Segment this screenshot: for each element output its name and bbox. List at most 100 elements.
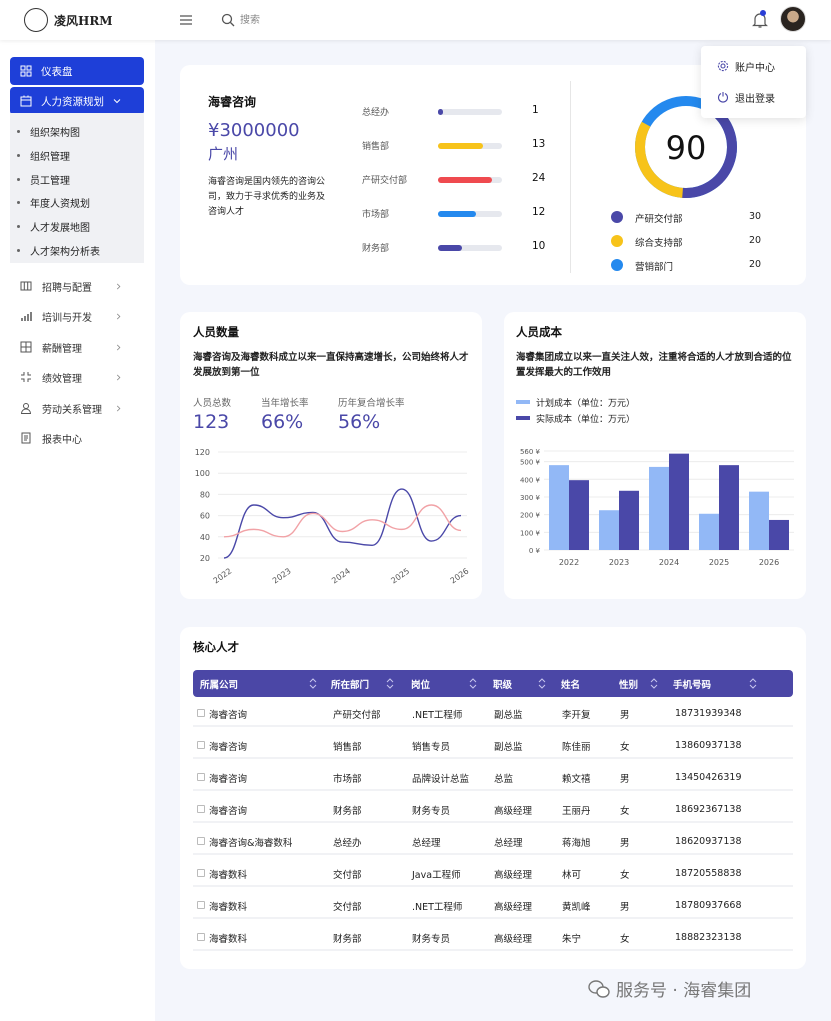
table-row[interactable]: 海睿数科 交付部 Java工程师 高级经理 林可 女 18720558838 — [193, 860, 793, 887]
sidebar-item-label: 劳动关系管理 — [42, 404, 102, 416]
table-cell: 李开复 — [562, 709, 591, 721]
table-cell: 总监 — [494, 773, 514, 785]
table-cell: 品牌设计总监 — [412, 773, 470, 785]
department-bar-track — [438, 211, 502, 217]
table-row[interactable]: 海睿咨询 产研交付部 .NET工程师 副总监 李开复 男 18731939348 — [193, 700, 793, 727]
row-checkbox[interactable] — [197, 773, 205, 781]
x-tick-label: 2025 — [389, 566, 411, 585]
table-row[interactable]: 海睿咨询 市场部 品牌设计总监 总监 赖文禧 男 13450426319 — [193, 764, 793, 791]
y-tick-label: 0 ¥ — [529, 547, 541, 555]
table-row[interactable]: 海睿咨询 财务部 财务专员 高级经理 王丽丹 女 18692367138 — [193, 796, 793, 823]
sidebar-item-training[interactable]: 培训与开发 — [20, 308, 132, 324]
x-tick-label: 2024 — [659, 558, 679, 567]
power-icon — [717, 92, 729, 103]
row-checkbox[interactable] — [197, 741, 205, 749]
row-checkbox[interactable] — [197, 837, 205, 845]
legend-label: 实际成本（单位：万元） — [536, 415, 636, 425]
table-cell: 财务专员 — [412, 805, 451, 817]
subnav-talent-analysis[interactable]: 人才架构分析表 — [30, 243, 100, 258]
column-header[interactable]: 所属公司 — [200, 670, 238, 697]
sort-icon[interactable] — [386, 677, 394, 690]
logout-item[interactable]: 退出登录 — [717, 89, 775, 105]
sidebar-item-reports[interactable]: 报表中心 — [20, 430, 132, 446]
sort-icon[interactable] — [650, 677, 658, 690]
bar-actual — [719, 465, 739, 550]
y-tick-label: 200 ¥ — [520, 512, 541, 520]
bar-chart-icon — [21, 312, 32, 321]
sort-icon[interactable] — [469, 677, 477, 690]
chevron-right-icon — [116, 283, 121, 289]
company-description: 海睿咨询是国内领先的咨询公司，致力于寻求优秀的业务及咨询人才 — [208, 177, 326, 217]
table-cell: 高级经理 — [494, 933, 533, 945]
user-icon — [20, 403, 32, 414]
table-cell: 海睿咨询 — [209, 709, 248, 721]
chevron-right-icon — [116, 344, 121, 350]
table-row[interactable]: 海睿咨询 销售部 销售专员 副总监 陈佳丽 女 13860937138 — [193, 732, 793, 759]
chevron-down-icon — [113, 99, 121, 104]
bar-actual — [619, 490, 639, 550]
table-cell: 赖文禧 — [562, 773, 591, 785]
account-center-item[interactable]: 账户中心 — [717, 58, 775, 74]
bar-actual — [769, 519, 789, 550]
search-icon[interactable] — [221, 13, 235, 27]
sidebar-item-recruitment[interactable]: 招聘与配置 — [20, 278, 132, 294]
menu-icon[interactable] — [179, 13, 193, 27]
table-cell: 男 — [620, 709, 630, 721]
row-checkbox[interactable] — [197, 901, 205, 909]
logo-icon — [24, 8, 48, 32]
table-row[interactable]: 海睿数科 财务部 财务专员 高级经理 朱宁 女 18882323138 — [193, 924, 793, 951]
columns-icon — [20, 281, 32, 291]
table-cell: 18692367138 — [675, 804, 742, 815]
chevron-right-icon — [116, 405, 121, 411]
legend-dot — [611, 211, 623, 223]
bar-planned — [599, 510, 619, 550]
headcount-description: 海睿咨询及海睿数科成立以来一直保持高速增长，公司始终将人才发展放到第一位 — [193, 352, 469, 378]
stat-label: 人员总数 — [193, 398, 232, 409]
department-count: 10 — [532, 240, 546, 252]
top-bar: 凌风HRM — [0, 0, 831, 40]
table-cell: 18882323138 — [675, 932, 742, 943]
search-input[interactable] — [240, 12, 440, 28]
subnav-employee-management[interactable]: 员工管理 — [30, 172, 70, 187]
department-label: 总经办 — [362, 108, 390, 118]
table-cell: 总经办 — [333, 837, 362, 849]
sidebar-item-hr-planning[interactable]: 人力资源规划 — [10, 87, 144, 115]
x-tick-label: 2023 — [609, 558, 629, 567]
table-cell: 男 — [620, 901, 630, 913]
table-row[interactable]: 海睿数科 交付部 .NET工程师 高级经理 黄凯峰 男 18780937668 — [193, 892, 793, 919]
sidebar-item-compensation[interactable]: 薪酬管理 — [20, 339, 132, 355]
subnav-annual-planning[interactable]: 年度人资规划 — [30, 195, 90, 210]
row-checkbox[interactable] — [197, 933, 205, 941]
avatar[interactable] — [780, 6, 806, 32]
department-count: 12 — [532, 206, 546, 218]
column-header[interactable]: 姓名 — [561, 670, 580, 697]
column-header[interactable]: 手机号码 — [673, 670, 711, 697]
column-header[interactable]: 性别 — [619, 670, 638, 697]
sort-icon[interactable] — [309, 677, 317, 690]
table-cell: 海睿咨询 — [209, 805, 248, 817]
y-tick-label: 300 ¥ — [520, 494, 541, 502]
sort-icon[interactable] — [538, 677, 546, 690]
table-cell: 海睿咨询 — [209, 773, 248, 785]
sidebar-item-performance[interactable]: 绩效管理 — [20, 369, 132, 385]
column-header[interactable]: 岗位 — [411, 670, 430, 697]
stat-label: 历年复合增长率 — [338, 398, 405, 409]
sidebar-item-labor-relations[interactable]: 劳动关系管理 — [20, 400, 132, 416]
sidebar-item-dashboard[interactable]: 仪表盘 — [10, 57, 144, 85]
card-title: 人员成本 — [516, 325, 562, 339]
row-checkbox[interactable] — [197, 709, 205, 717]
table-cell: 产研交付部 — [333, 709, 381, 721]
table-cell: 海睿数科 — [209, 901, 248, 913]
table-row[interactable]: 海睿咨询&海睿数科 总经办 总经理 总经理 蒋海旭 男 18620937138 — [193, 828, 793, 855]
sort-icon[interactable] — [749, 677, 757, 690]
subnav-org-management[interactable]: 组织管理 — [30, 148, 70, 163]
app-title: 凌风HRM — [54, 14, 113, 28]
row-checkbox[interactable] — [197, 805, 205, 813]
column-header[interactable]: 所在部门 — [331, 670, 369, 697]
column-header[interactable]: 职级 — [493, 670, 512, 697]
row-checkbox[interactable] — [197, 869, 205, 877]
legend-label: 营销部门 — [635, 262, 674, 273]
subnav-org-chart[interactable]: 组织架构图 — [30, 124, 80, 139]
subnav-talent-map[interactable]: 人才发展地图 — [30, 219, 90, 234]
bar-planned — [649, 466, 669, 550]
